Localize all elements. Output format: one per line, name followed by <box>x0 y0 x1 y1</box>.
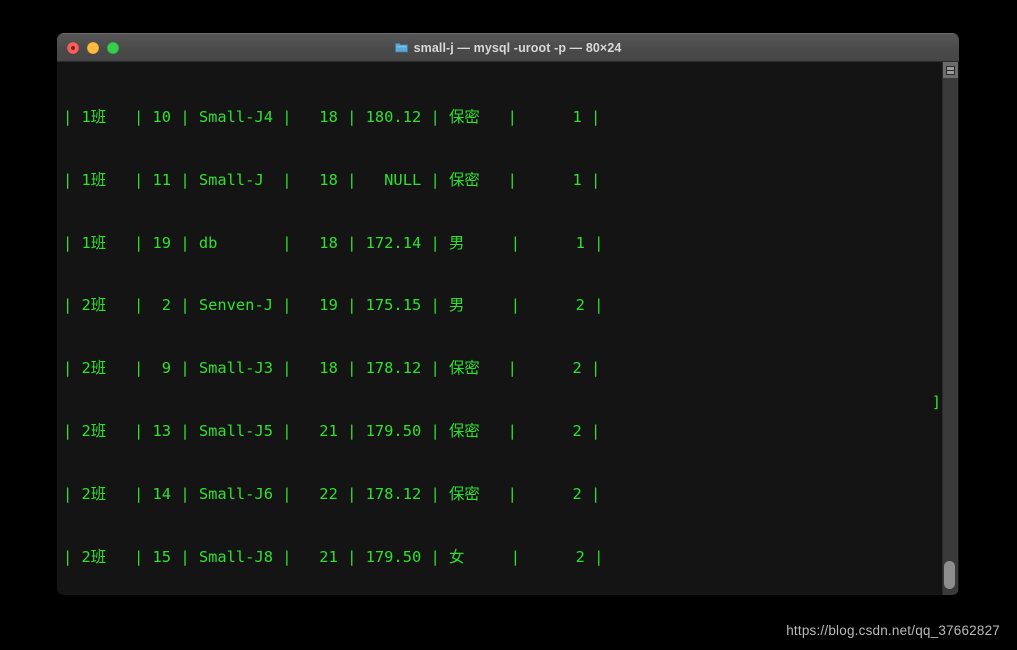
close-button[interactable] <box>67 41 79 54</box>
zoom-button[interactable] <box>107 41 119 54</box>
terminal-window: small-j — mysql -uroot -p — 80×24 | 1班 |… <box>57 33 959 595</box>
scrollbar-thumb[interactable] <box>944 561 955 589</box>
terminal-line: | 1班 | 19 | db | 18 | 172.14 | 男 | 1 | <box>63 233 604 252</box>
terminal-line: | 2班 | 14 | Small-J6 | 22 | 178.12 | 保密 … <box>63 484 601 503</box>
window-title: small-j — mysql -uroot -p — 80×24 <box>413 40 622 55</box>
split-pane-icon[interactable] <box>943 62 958 78</box>
window-controls <box>67 34 119 61</box>
terminal-screen[interactable]: | 1班 | 10 | Small-J4 | 18 | 180.12 | 保密 … <box>63 62 933 595</box>
terminal-line: | 2班 | 13 | Small-J5 | 21 | 179.50 | 保密 … <box>63 422 601 441</box>
terminal-line: | 1班 | 10 | Small-J4 | 18 | 180.12 | 保密 … <box>63 107 601 126</box>
window-title-container: small-j — mysql -uroot -p — 80×24 <box>57 41 959 55</box>
truncated-line-marker: ] <box>931 393 941 411</box>
vertical-scrollbar[interactable] <box>942 62 958 595</box>
terminal-line: | 2班 | 9 | Small-J3 | 18 | 178.12 | 保密 |… <box>63 359 601 378</box>
folder-icon <box>394 42 408 53</box>
terminal-body[interactable]: | 1班 | 10 | Small-J4 | 18 | 180.12 | 保密 … <box>57 62 959 595</box>
window-title-bar[interactable]: small-j — mysql -uroot -p — 80×24 <box>57 33 959 62</box>
watermark: https://blog.csdn.net/qq_37662827 <box>786 623 1000 638</box>
terminal-line: | 1班 | 11 | Small-J | 18 | NULL | 保密 | 1… <box>63 170 601 189</box>
terminal-line: | 2班 | 2 | Senven-J | 19 | 175.15 | 男 | … <box>63 296 604 315</box>
minimize-button[interactable] <box>87 41 99 54</box>
split-pane-glyph <box>946 65 955 75</box>
terminal-line: | 2班 | 15 | Small-J8 | 21 | 179.50 | 女 |… <box>63 547 604 566</box>
